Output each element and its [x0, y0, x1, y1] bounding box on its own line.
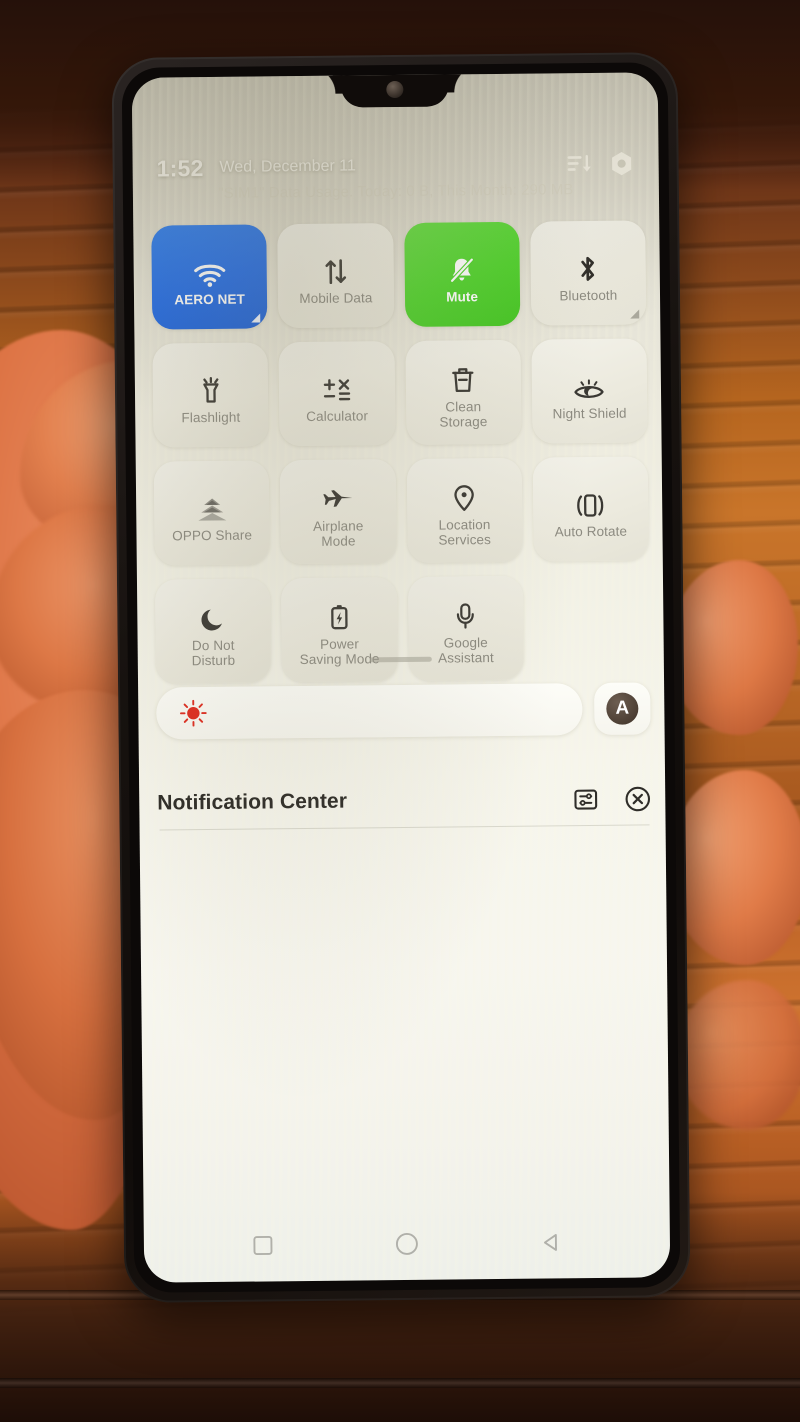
- tile-aero-net[interactable]: AERO NET: [151, 224, 268, 330]
- tile-mute[interactable]: Mute: [403, 221, 521, 327]
- brightness-sun-icon: [178, 698, 208, 728]
- notch-wing-right: [446, 74, 481, 93]
- tile-flashlight[interactable]: Flashlight: [152, 342, 269, 448]
- status-time: 1:52: [156, 154, 204, 182]
- trash-clean-icon: [449, 355, 477, 395]
- phone-screen[interactable]: 1:52 Wed, December 11 "SIM1" Data Usage.…: [131, 72, 671, 1283]
- recents-square-icon[interactable]: [251, 1233, 275, 1257]
- notification-settings-icon[interactable]: [573, 786, 598, 811]
- calculator-icon: [321, 364, 353, 404]
- clear-all-icon[interactable]: [624, 785, 651, 812]
- battery-saver-icon: [327, 593, 351, 633]
- tile-label: Google Assistant: [438, 635, 494, 666]
- data-usage-sort-icon[interactable]: [567, 152, 593, 176]
- photo-scene: 1:52 Wed, December 11 "SIM1" Data Usage.…: [0, 0, 800, 1422]
- tile-mobile-data[interactable]: Mobile Data: [277, 223, 394, 329]
- control-center-ui: 1:52 Wed, December 11 "SIM1" Data Usage.…: [132, 72, 671, 1282]
- tile-night-shield[interactable]: Night Shield: [531, 338, 648, 444]
- location-pin-icon: [451, 473, 477, 513]
- tile-label: Calculator: [306, 407, 369, 424]
- front-camera-icon: [386, 80, 404, 99]
- tile-oppo-share[interactable]: OPPO Share: [153, 460, 271, 566]
- tile-expand-badge-icon[interactable]: [630, 309, 640, 319]
- tile-label: Night Shield: [552, 405, 627, 421]
- bluetooth-icon: [575, 243, 601, 283]
- tile-label: Flashlight: [181, 409, 241, 425]
- settings-gear-icon[interactable]: [608, 151, 634, 177]
- navigation-bar: [144, 1213, 671, 1275]
- back-triangle-icon[interactable]: [538, 1230, 562, 1254]
- tile-label: Location Services: [438, 517, 492, 548]
- tile-clean-storage[interactable]: Clean Storage: [404, 339, 522, 445]
- phone-device: 1:52 Wed, December 11 "SIM1" Data Usage.…: [111, 52, 691, 1303]
- tile-calculator[interactable]: Calculator: [278, 341, 396, 447]
- tile-label: Power Saving Mode: [299, 636, 380, 668]
- brightness-slider[interactable]: [156, 683, 583, 740]
- tile-auto-rotate[interactable]: Auto Rotate: [532, 456, 649, 562]
- bell-slash-icon: [447, 245, 477, 285]
- oppo-share-icon: [195, 483, 229, 523]
- tile-label: Do Not Disturb: [191, 637, 236, 669]
- notification-center-header: Notification Center: [157, 772, 652, 829]
- tile-airplane-mode[interactable]: Airplane Mode: [279, 459, 397, 565]
- tile-label: Mobile Data: [299, 289, 373, 306]
- tile-label: Mute: [446, 288, 479, 305]
- wood-plank-seam: [0, 1378, 800, 1388]
- status-spacer: [356, 164, 551, 166]
- tile-do-not-disturb[interactable]: Do Not Disturb: [154, 578, 272, 684]
- flashlight-icon: [197, 365, 223, 405]
- tile-power-saving-mode[interactable]: Power Saving Mode: [281, 577, 398, 683]
- airplane-icon: [321, 474, 355, 514]
- status-bar: 1:52 Wed, December 11: [132, 146, 658, 186]
- mobile-data-icon: [320, 246, 350, 286]
- auto-brightness-button[interactable]: A: [594, 682, 651, 735]
- wifi-icon: [192, 247, 226, 287]
- tile-label: Auto Rotate: [554, 523, 628, 539]
- tile-location-services[interactable]: Location Services: [406, 457, 523, 563]
- auto-rotate-icon: [573, 479, 607, 519]
- tile-label: AERO NET: [174, 291, 246, 307]
- notch-wing-left: [308, 75, 343, 94]
- tile-expand-badge-icon[interactable]: [251, 313, 261, 323]
- tile-label: Airplane Mode: [313, 518, 364, 549]
- home-circle-icon[interactable]: [394, 1231, 420, 1257]
- brightness-row: A: [156, 682, 651, 740]
- microphone-icon: [453, 591, 477, 631]
- tile-bluetooth[interactable]: Bluetooth: [529, 220, 647, 326]
- panel-drag-handle[interactable]: [369, 656, 432, 663]
- auto-brightness-icon: A: [606, 692, 639, 725]
- status-date: Wed, December 11: [219, 157, 356, 176]
- finger-right-upper: [668, 560, 798, 735]
- tile-label: OPPO Share: [172, 527, 253, 543]
- notification-center-title: Notification Center: [157, 789, 348, 815]
- quick-settings-grid: AERO NET Mobile Data Mute Bluetooth Flas…: [151, 220, 650, 684]
- tile-google-assistant[interactable]: Google Assistant: [407, 575, 524, 681]
- tile-label: Bluetooth: [559, 287, 618, 303]
- eye-moon-icon: [573, 361, 605, 401]
- moon-icon: [199, 594, 227, 634]
- tile-label: Clean Storage: [439, 399, 488, 430]
- header-spacer: [347, 799, 547, 801]
